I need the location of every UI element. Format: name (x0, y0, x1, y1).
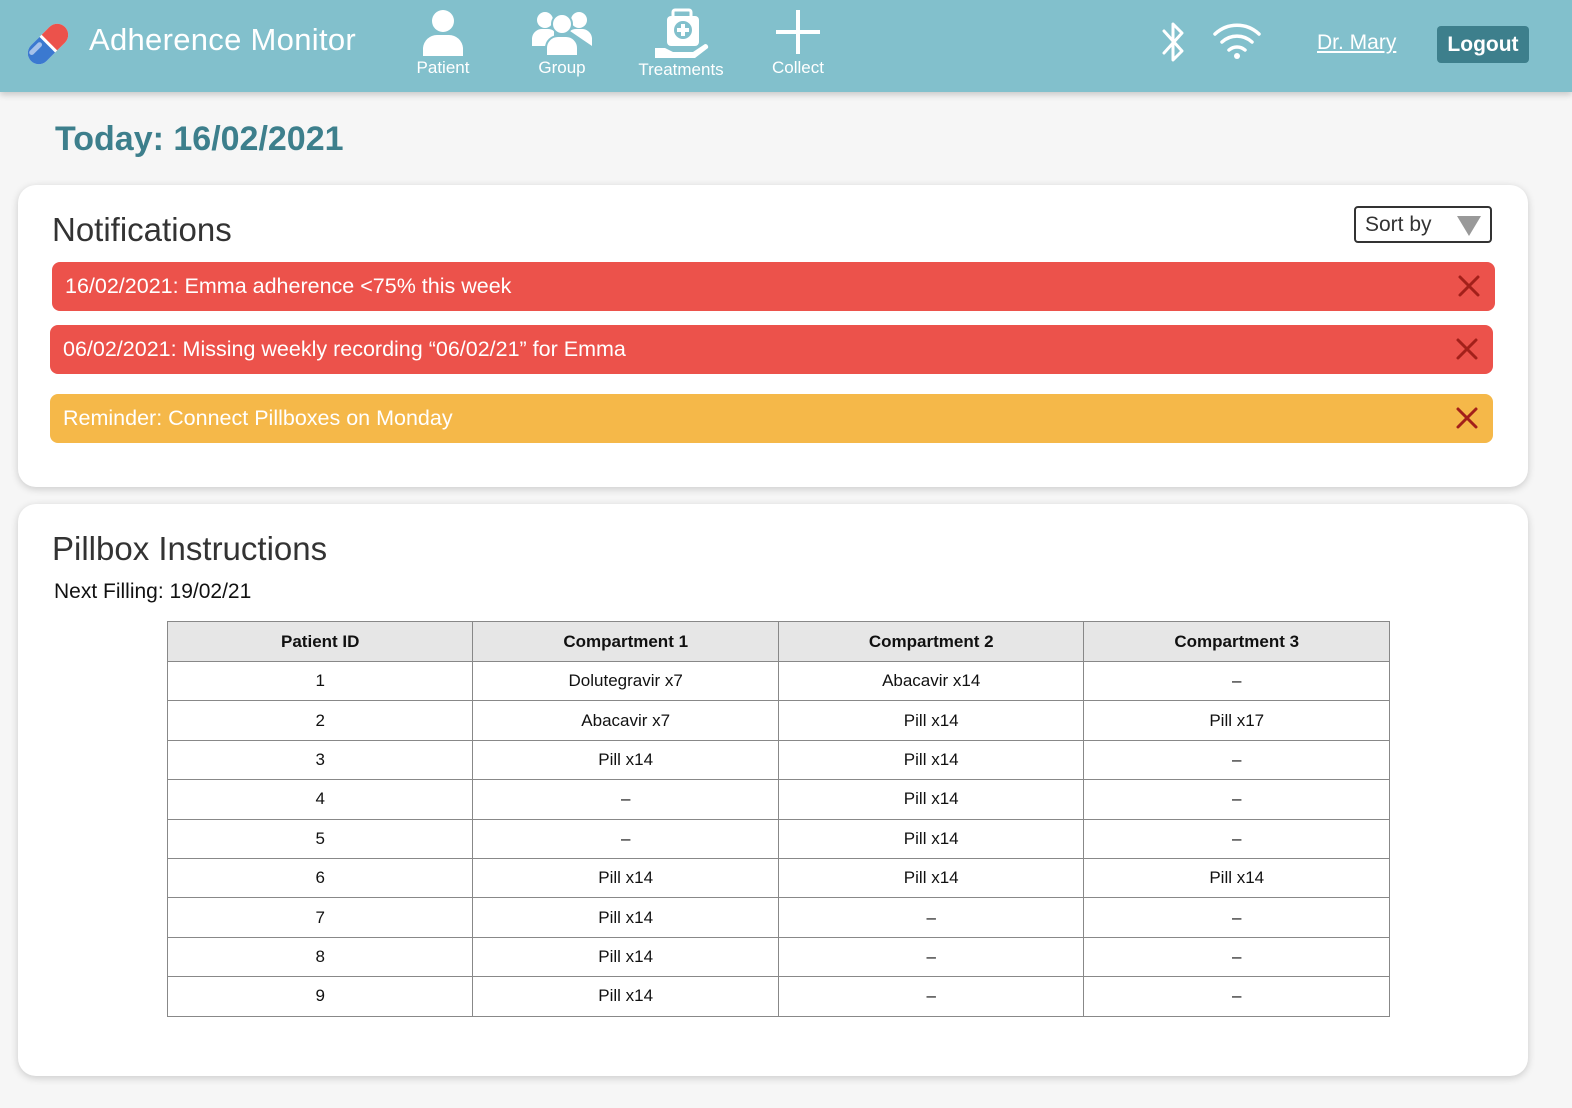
notification-item: 06/02/2021: Missing weekly recording “06… (50, 325, 1493, 374)
pillbox-instructions-card: Pillbox Instructions Next Filling: 19/02… (18, 504, 1528, 1076)
column-header: Compartment 3 (1083, 621, 1390, 662)
table-row: 2 Abacavir x7 Pill x14 Pill x17 (166, 700, 1390, 741)
table-row: 3 Pill x14 Pill x14 – (166, 739, 1390, 781)
table-cell: Pill x14 (472, 739, 779, 781)
table-cell: – (1083, 976, 1390, 1017)
table-cell: 7 (166, 897, 474, 938)
table-cell: – (777, 897, 1085, 938)
table-cell: – (1083, 779, 1390, 820)
user-profile-link[interactable]: Dr. Mary (1317, 31, 1396, 55)
nav-treatments[interactable]: Treatments (621, 8, 741, 88)
app-title: Adherence Monitor (89, 22, 357, 57)
notification-text: 16/02/2021: Emma adherence <75% this wee… (65, 274, 512, 298)
table-cell: Pill x14 (777, 779, 1085, 820)
table-cell: – (777, 936, 1085, 978)
nav-patient-label: Patient (416, 58, 470, 77)
table-header-row: Patient ID Compartment 1 Compartment 2 C… (166, 621, 1390, 662)
medical-kit-icon (655, 8, 709, 58)
plus-icon (776, 10, 820, 54)
pillbox-title: Pillbox Instructions (52, 530, 328, 567)
nav-group-label: Group (538, 58, 586, 77)
table-cell: Pill x14 (472, 897, 779, 938)
next-filling-label: Next Filling: 19/02/21 (54, 580, 252, 603)
table-row: 7 Pill x14 – – (166, 897, 1390, 938)
bluetooth-icon[interactable] (1156, 18, 1190, 66)
table-cell: 2 (166, 700, 474, 741)
table-row: 8 Pill x14 – – (166, 936, 1390, 978)
table-cell: 3 (166, 739, 474, 781)
notifications-title: Notifications (52, 211, 232, 248)
nav-group[interactable]: Group (502, 8, 622, 88)
sort-by-label: Sort by (1365, 213, 1432, 236)
table-cell: – (1083, 936, 1390, 978)
sort-by-dropdown[interactable]: Sort by (1354, 206, 1492, 243)
table-cell: Pill x14 (777, 818, 1085, 859)
table-cell: – (1083, 739, 1390, 781)
wifi-icon[interactable] (1212, 20, 1262, 60)
today-date-heading: Today: 16/02/2021 (55, 120, 344, 158)
notification-item: Reminder: Connect Pillboxes on Monday (50, 394, 1493, 443)
table-cell: Pill x14 (1083, 857, 1390, 899)
nav-patient[interactable]: Patient (383, 8, 503, 88)
table-row: 4 – Pill x14 – (166, 779, 1390, 820)
table-cell: 8 (166, 936, 474, 978)
column-header: Compartment 2 (777, 621, 1085, 662)
table-row: 1 Dolutegravir x7 Abacavir x14 – (166, 660, 1390, 702)
notification-text: 06/02/2021: Missing weekly recording “06… (63, 337, 626, 361)
logout-button[interactable]: Logout (1437, 26, 1529, 63)
notification-text: Reminder: Connect Pillboxes on Monday (63, 406, 453, 430)
table-cell: 1 (166, 660, 474, 702)
table-cell: – (472, 779, 779, 820)
table-cell: – (1083, 897, 1390, 938)
table-cell: 6 (166, 857, 474, 899)
table-row: 6 Pill x14 Pill x14 Pill x14 (166, 857, 1390, 899)
table-cell: 4 (166, 779, 474, 820)
table-cell: – (472, 818, 779, 859)
nav-collect-label: Collect (772, 58, 824, 77)
table-cell: Pill x17 (1083, 700, 1390, 741)
table-cell: Pill x14 (472, 857, 779, 899)
caret-down-icon (1457, 216, 1481, 236)
table-cell: 5 (166, 818, 474, 859)
pill-logo-icon (27, 23, 69, 65)
pillbox-table: Patient ID Compartment 1 Compartment 2 C… (166, 621, 1390, 1017)
notifications-card: Notifications Sort by 16/02/2021: Emma a… (18, 185, 1528, 487)
table-cell: – (1083, 660, 1390, 702)
person-icon (423, 10, 463, 56)
table-cell: Pill x14 (777, 739, 1085, 781)
table-cell: – (1083, 818, 1390, 859)
close-icon[interactable] (1457, 274, 1481, 298)
table-cell: 9 (166, 976, 474, 1017)
table-row: 9 Pill x14 – – (166, 976, 1390, 1017)
column-header: Patient ID (166, 621, 474, 662)
top-nav-bar: Adherence Monitor Patient Group Treatmen… (0, 0, 1572, 92)
table-cell: Dolutegravir x7 (472, 660, 779, 702)
nav-treatments-label: Treatments (638, 60, 724, 79)
table-cell: Pill x14 (472, 936, 779, 978)
nav-collect[interactable]: Collect (738, 8, 858, 88)
table-cell: Abacavir x14 (777, 660, 1085, 702)
table-cell: Abacavir x7 (472, 700, 779, 741)
close-icon[interactable] (1455, 406, 1479, 430)
table-cell: Pill x14 (472, 976, 779, 1017)
column-header: Compartment 1 (472, 621, 779, 662)
table-cell: – (777, 976, 1085, 1017)
notification-item: 16/02/2021: Emma adherence <75% this wee… (52, 262, 1495, 311)
table-cell: Pill x14 (777, 857, 1085, 899)
table-row: 5 – Pill x14 – (166, 818, 1390, 859)
table-cell: Pill x14 (777, 700, 1085, 741)
close-icon[interactable] (1455, 337, 1479, 361)
group-icon (532, 12, 592, 56)
